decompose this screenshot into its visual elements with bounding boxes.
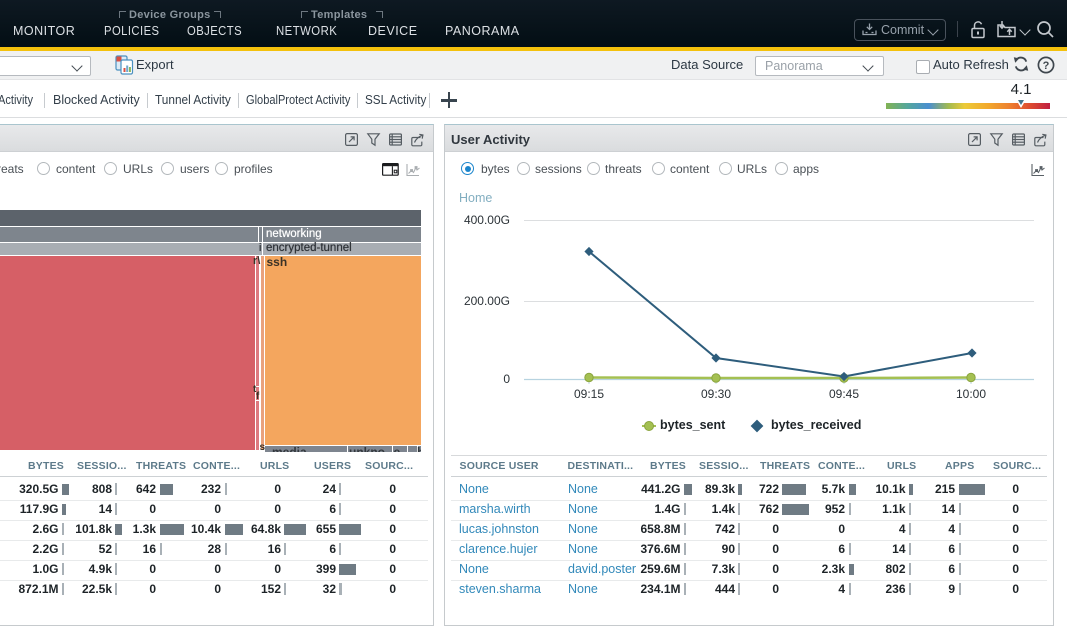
- svg-text:?: ?: [1043, 60, 1050, 72]
